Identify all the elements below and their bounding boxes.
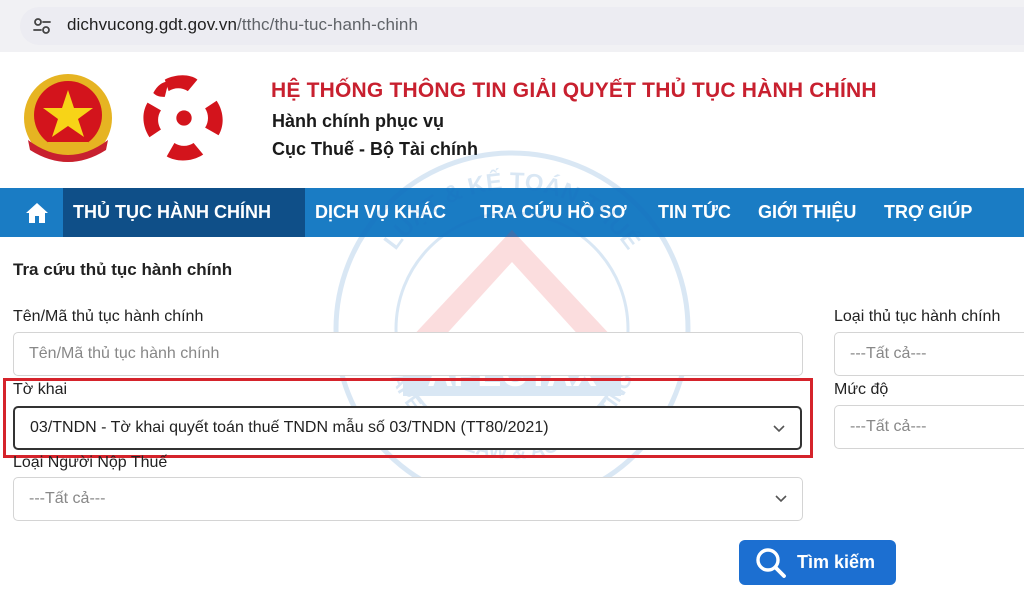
- url-path: /tthc/thu-tuc-hanh-chinh: [237, 15, 419, 34]
- tax-department-logo: [143, 75, 223, 161]
- taxpayer-select[interactable]: ---Tất cả---: [13, 477, 803, 521]
- site-title: HỆ THỐNG THÔNG TIN GIẢI QUYẾT THỦ TỤC HÀ…: [271, 79, 877, 102]
- name-label: Tên/Mã thủ tục hành chính: [13, 308, 204, 325]
- search-button-label: Tìm kiếm: [797, 552, 876, 572]
- site-subtitle-agency: Cục Thuế - Bộ Tài chính: [272, 139, 478, 159]
- main-nav: THỦ TỤC HÀNH CHÍNH DỊCH VỤ KHÁC TRA CỨU …: [0, 188, 1024, 237]
- level-label: Mức độ: [834, 381, 889, 398]
- browser-url-bar: dichvucong.gdt.gov.vn/tthc/thu-tuc-hanh-…: [0, 0, 1024, 52]
- search-button[interactable]: Tìm kiếm: [739, 540, 896, 585]
- nav-item-tro-giup[interactable]: TRỢ GIÚP: [884, 188, 972, 237]
- nav-item-thu-tuc[interactable]: THỦ TỤC HÀNH CHÍNH: [63, 188, 305, 237]
- nav-item-gioi-thieu[interactable]: GIỚI THIỆU: [758, 188, 856, 237]
- national-emblem-icon: [24, 74, 112, 162]
- nav-item-tra-cuu[interactable]: TRA CỨU HỒ SƠ: [480, 188, 627, 237]
- nav-item-dich-vu[interactable]: DỊCH VỤ KHÁC: [315, 188, 446, 237]
- site-info-icon[interactable]: [30, 14, 54, 38]
- home-button[interactable]: [12, 188, 62, 237]
- url-host: dichvucong.gdt.gov.vn: [67, 15, 238, 34]
- site-subtitle: Hành chính phục vụ: [272, 111, 445, 131]
- taxpayer-value: ---Tất cả---: [29, 490, 106, 507]
- level-select[interactable]: ---Tất cả---: [834, 405, 1024, 449]
- nav-item-tin-tuc[interactable]: TIN TỨC: [658, 188, 731, 237]
- procedure-name-input[interactable]: Tên/Mã thủ tục hành chính: [13, 332, 803, 376]
- url-text[interactable]: dichvucong.gdt.gov.vn/tthc/thu-tuc-hanh-…: [67, 15, 418, 35]
- home-icon: [26, 202, 48, 223]
- procedure-type-select[interactable]: ---Tất cả---: [834, 332, 1024, 376]
- section-title: Tra cứu thủ tục hành chính: [13, 260, 233, 279]
- highlight-box: [3, 378, 813, 458]
- search-icon: [756, 547, 786, 578]
- taxpayer-label: Loại Người Nộp Thuế: [13, 454, 168, 471]
- chevron-down-icon: [775, 495, 787, 503]
- procedure-type-label: Loại thủ tục hành chính: [834, 308, 1001, 325]
